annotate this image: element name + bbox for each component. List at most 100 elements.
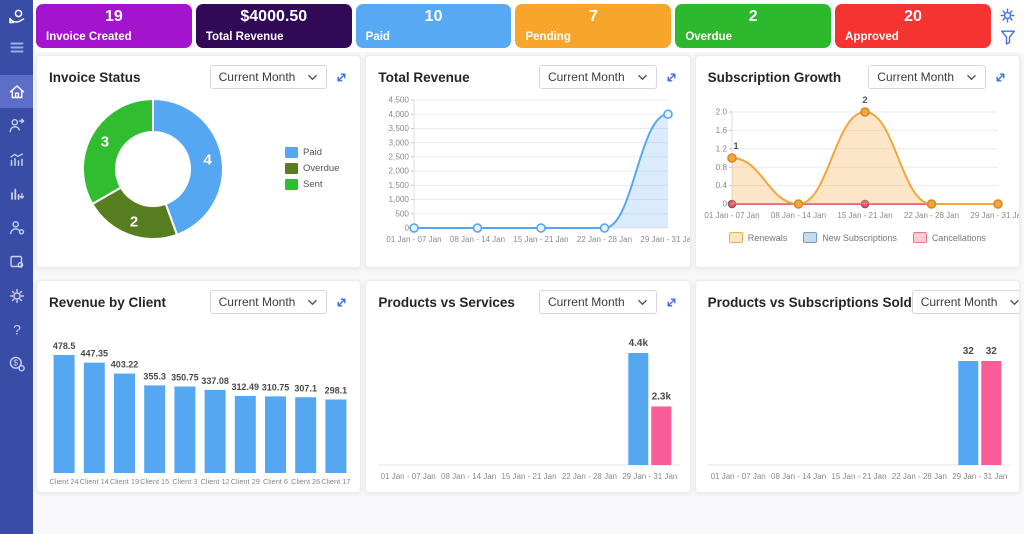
subscription-growth-chart[interactable]: 2.01.61.20.80.4001 Jan - 07 Jan08 Jan - …: [708, 98, 1007, 229]
legend-item[interactable]: Cancellations: [913, 232, 986, 243]
sidebar-item-device-reports[interactable]: [0, 245, 33, 278]
chevron-down-icon: [966, 74, 977, 81]
svg-text:32: 32: [985, 346, 997, 357]
legend-label: Sent: [303, 179, 323, 190]
sidebar-nav: ? $: [0, 75, 33, 381]
kpi-total-revenue[interactable]: $4000.50 Total Revenue: [196, 4, 352, 48]
legend-item[interactable]: Renewals: [729, 232, 788, 243]
expand-icon[interactable]: [335, 71, 348, 84]
svg-text:307.1: 307.1: [294, 383, 317, 393]
total-revenue-chart[interactable]: 4,5004,0003,5003,0002,5002,0001,5001,000…: [378, 92, 677, 253]
sidebar-item-settings[interactable]: [0, 279, 33, 312]
svg-text:2: 2: [862, 95, 867, 106]
svg-text:500: 500: [396, 209, 410, 218]
svg-text:Client 12: Client 12: [201, 477, 230, 486]
panel-title: Total Revenue: [378, 70, 469, 85]
svg-text:Client 3: Client 3: [172, 477, 197, 486]
revenue-by-client-chart[interactable]: 478.5Client 24447.35Client 14403.22Clien…: [49, 321, 348, 492]
app-logo-icon[interactable]: [0, 3, 33, 33]
svg-text:0.4: 0.4: [715, 181, 727, 190]
svg-text:0: 0: [722, 200, 727, 209]
panel-title: Products vs Services: [378, 295, 515, 310]
expand-icon[interactable]: [665, 296, 678, 309]
chevron-down-icon: [1009, 299, 1020, 306]
kpi-label: Total Revenue: [206, 31, 342, 43]
panel-revenue-by-client: Revenue by Client Current Month 4: [36, 280, 361, 493]
legend-swatch: [285, 179, 298, 190]
subscription-growth-legend: Renewals New Subscriptions Cancellations: [708, 232, 1007, 243]
expand-icon[interactable]: [994, 71, 1007, 84]
kpi-approved[interactable]: 20 Approved: [835, 4, 991, 48]
kpi-paid[interactable]: 10 Paid: [356, 4, 512, 48]
legend-item[interactable]: Overdue: [285, 163, 339, 174]
svg-text:Client 14: Client 14: [80, 477, 109, 486]
sidebar-item-help[interactable]: ?: [0, 313, 33, 346]
menu-icon[interactable]: [0, 33, 33, 63]
legend-item[interactable]: Sent: [285, 179, 339, 190]
header-icons: [995, 4, 1021, 48]
svg-text:29 Jan - 31 Jan: 29 Jan - 31 Jan: [641, 235, 691, 244]
kpi-value: 2: [685, 8, 821, 26]
chevron-down-icon: [637, 74, 648, 81]
kpi-bar: 19 Invoice Created $4000.50 Total Revenu…: [33, 0, 1024, 52]
sidebar-item-user-settings[interactable]: [0, 211, 33, 244]
panel-subscription-growth: Subscription Growth Current Month: [695, 55, 1020, 268]
svg-text:1: 1: [733, 141, 739, 152]
svg-text:2,500: 2,500: [389, 153, 410, 162]
period-dropdown[interactable]: Current Month: [868, 65, 986, 89]
panel-products-vs-subscriptions: Products vs Subscriptions Sold Current M…: [695, 280, 1020, 493]
period-dropdown[interactable]: Current Month: [912, 290, 1020, 314]
sidebar-item-billing[interactable]: $: [0, 347, 33, 380]
svg-text:4: 4: [203, 151, 212, 168]
svg-text:Client 17: Client 17: [321, 477, 350, 486]
panel-title: Products vs Subscriptions Sold: [708, 295, 912, 310]
legend-item[interactable]: New Subscriptions: [803, 232, 897, 243]
kpi-label: Pending: [525, 31, 661, 43]
svg-text:337.08: 337.08: [201, 376, 229, 386]
main-area: 19 Invoice Created $4000.50 Total Revenu…: [33, 0, 1024, 534]
invoice-status-legend: Paid Overdue Sent: [285, 147, 339, 190]
svg-text:22 Jan - 28 Jan: 22 Jan - 28 Jan: [904, 211, 959, 220]
products-vs-subscriptions-chart[interactable]: 01 Jan - 07 Jan08 Jan - 14 Jan15 Jan - 2…: [708, 321, 1007, 492]
invoice-status-donut[interactable]: 423: [69, 91, 237, 248]
filter-funnel-icon[interactable]: [999, 28, 1017, 46]
sidebar-item-analytics[interactable]: [0, 143, 33, 176]
period-dropdown-value: Current Month: [548, 70, 625, 84]
sidebar-item-home[interactable]: [0, 75, 33, 108]
svg-text:1.2: 1.2: [715, 144, 727, 153]
svg-text:Client 24: Client 24: [50, 477, 79, 486]
svg-text:29 Jan - 31 Jan: 29 Jan - 31 Jan: [623, 472, 678, 481]
dashboard-app: ? $ 19 Invoice Created $4000.50 Total Re…: [0, 0, 1024, 534]
expand-icon[interactable]: [335, 296, 348, 309]
period-dropdown[interactable]: Current Month: [539, 290, 657, 314]
kpi-label: Invoice Created: [46, 31, 182, 43]
sidebar-item-clients[interactable]: [0, 109, 33, 142]
period-dropdown[interactable]: Current Month: [539, 65, 657, 89]
settings-gear-icon[interactable]: [998, 6, 1017, 25]
svg-text:08 Jan - 14 Jan: 08 Jan - 14 Jan: [771, 211, 826, 220]
kpi-value: $4000.50: [206, 8, 342, 26]
svg-text:32: 32: [962, 346, 974, 357]
kpi-overdue[interactable]: 2 Overdue: [675, 4, 831, 48]
svg-text:01 Jan - 07 Jan: 01 Jan - 07 Jan: [710, 472, 765, 481]
expand-icon[interactable]: [665, 71, 678, 84]
svg-text:298.1: 298.1: [325, 385, 348, 395]
period-dropdown[interactable]: Current Month: [210, 290, 328, 314]
svg-text:478.5: 478.5: [53, 341, 76, 351]
svg-text:22 Jan - 28 Jan: 22 Jan - 28 Jan: [577, 235, 632, 244]
svg-text:08 Jan - 14 Jan: 08 Jan - 14 Jan: [771, 472, 826, 481]
legend-swatch: [913, 232, 927, 243]
legend-label: New Subscriptions: [822, 233, 897, 243]
kpi-pending[interactable]: 7 Pending: [515, 4, 671, 48]
svg-text:3: 3: [101, 133, 109, 150]
legend-swatch: [285, 147, 298, 158]
sidebar-item-reports[interactable]: [0, 177, 33, 210]
legend-label: Overdue: [303, 163, 339, 174]
legend-item[interactable]: Paid: [285, 147, 339, 158]
kpi-invoice-created[interactable]: 19 Invoice Created: [36, 4, 192, 48]
svg-text:01 Jan - 07 Jan: 01 Jan - 07 Jan: [704, 211, 759, 220]
legend-swatch: [803, 232, 817, 243]
period-dropdown[interactable]: Current Month: [210, 65, 328, 89]
svg-text:?: ?: [13, 321, 21, 337]
products-vs-services-chart[interactable]: 01 Jan - 07 Jan08 Jan - 14 Jan15 Jan - 2…: [378, 321, 677, 492]
